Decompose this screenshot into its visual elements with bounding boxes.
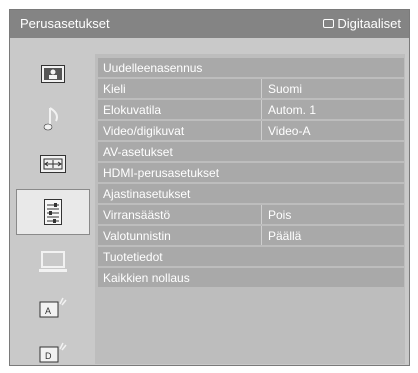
- menu-row-cinema-mode[interactable]: Elokuvatila Autom. 1: [98, 100, 404, 119]
- input-source-label: Digitaaliset: [337, 16, 401, 31]
- menu-row-av-settings[interactable]: AV-asetukset: [98, 142, 404, 161]
- tv-screen-icon: [323, 19, 335, 28]
- menu-row-reset-all[interactable]: Kaikkien nollaus: [98, 268, 404, 287]
- menu-row-value: Pois: [268, 208, 292, 222]
- menu-row-label: AV-asetukset: [103, 145, 173, 159]
- menu-row-label: Kieli: [103, 82, 126, 96]
- menu-row-label: Elokuvatila: [103, 103, 162, 117]
- menu-row-product-info[interactable]: Tuotetiedot: [98, 247, 404, 266]
- sidebar-item-picture[interactable]: [16, 54, 90, 94]
- menu-row-language[interactable]: Kieli Suomi: [98, 79, 404, 98]
- menu-row-timer-settings[interactable]: Ajastinasetukset: [98, 184, 404, 203]
- menu-row-label: Tuotetiedot: [103, 250, 163, 264]
- sidebar-item-digital[interactable]: D: [16, 332, 90, 365]
- menu-row-video-photo[interactable]: Video/digikuvat Video-A: [98, 121, 404, 140]
- menu-row-label: Kaikkien nollaus: [103, 271, 190, 285]
- monitor-icon: [39, 251, 67, 272]
- settings-menu: Uudelleenasennus Kieli Suomi Elokuvatila…: [95, 54, 405, 364]
- analog-antenna-icon: A: [39, 297, 67, 318]
- menu-header: Perusasetukset Digitaaliset: [10, 10, 409, 38]
- sidebar-item-monitor[interactable]: [16, 242, 90, 282]
- menu-row-value: Päällä: [268, 229, 302, 243]
- screen-format-icon: [40, 155, 66, 173]
- menu-row-hdmi-settings[interactable]: HDMI-perusasetukset: [98, 163, 404, 182]
- divider: [261, 121, 262, 140]
- divider: [261, 79, 262, 98]
- menu-row-value: Autom. 1: [268, 103, 317, 117]
- input-source: Digitaaliset: [323, 16, 401, 31]
- menu-row-reinstall[interactable]: Uudelleenasennus: [98, 58, 404, 77]
- sidebar-item-setup[interactable]: [16, 189, 90, 235]
- menu-row-label: Valotunnistin: [103, 229, 171, 243]
- sidebar-item-analog[interactable]: A: [16, 287, 90, 327]
- divider: [261, 205, 262, 224]
- menu-row-value: Video-A: [268, 124, 311, 138]
- music-note-icon: [43, 107, 59, 131]
- menu-title: Perusasetukset: [20, 16, 110, 31]
- settings-list-icon: [44, 199, 62, 225]
- sidebar-item-screen[interactable]: [16, 144, 90, 184]
- menu-row-label: Ajastinasetukset: [103, 187, 191, 201]
- menu-row-value: Suomi: [268, 82, 303, 96]
- digital-antenna-icon: D: [39, 342, 67, 363]
- menu-row-label: Virransäästö: [103, 208, 171, 222]
- divider: [261, 100, 262, 119]
- menu-row-label: Uudelleenasennus: [103, 61, 203, 75]
- tv-menu-screen: Perusasetukset Digitaaliset A D Uudellee…: [9, 9, 410, 366]
- svg-text:D: D: [45, 351, 52, 361]
- svg-text:A: A: [45, 306, 51, 316]
- menu-row-label: HDMI-perusasetukset: [103, 166, 220, 180]
- picture-icon: [41, 65, 65, 83]
- category-sidebar: A D: [16, 54, 90, 364]
- divider: [261, 226, 262, 245]
- menu-row-label: Video/digikuvat: [103, 124, 185, 138]
- menu-row-power-saving[interactable]: Virransäästö Pois: [98, 205, 404, 224]
- menu-row-light-sensor[interactable]: Valotunnistin Päällä: [98, 226, 404, 245]
- sidebar-item-sound[interactable]: [16, 99, 90, 139]
